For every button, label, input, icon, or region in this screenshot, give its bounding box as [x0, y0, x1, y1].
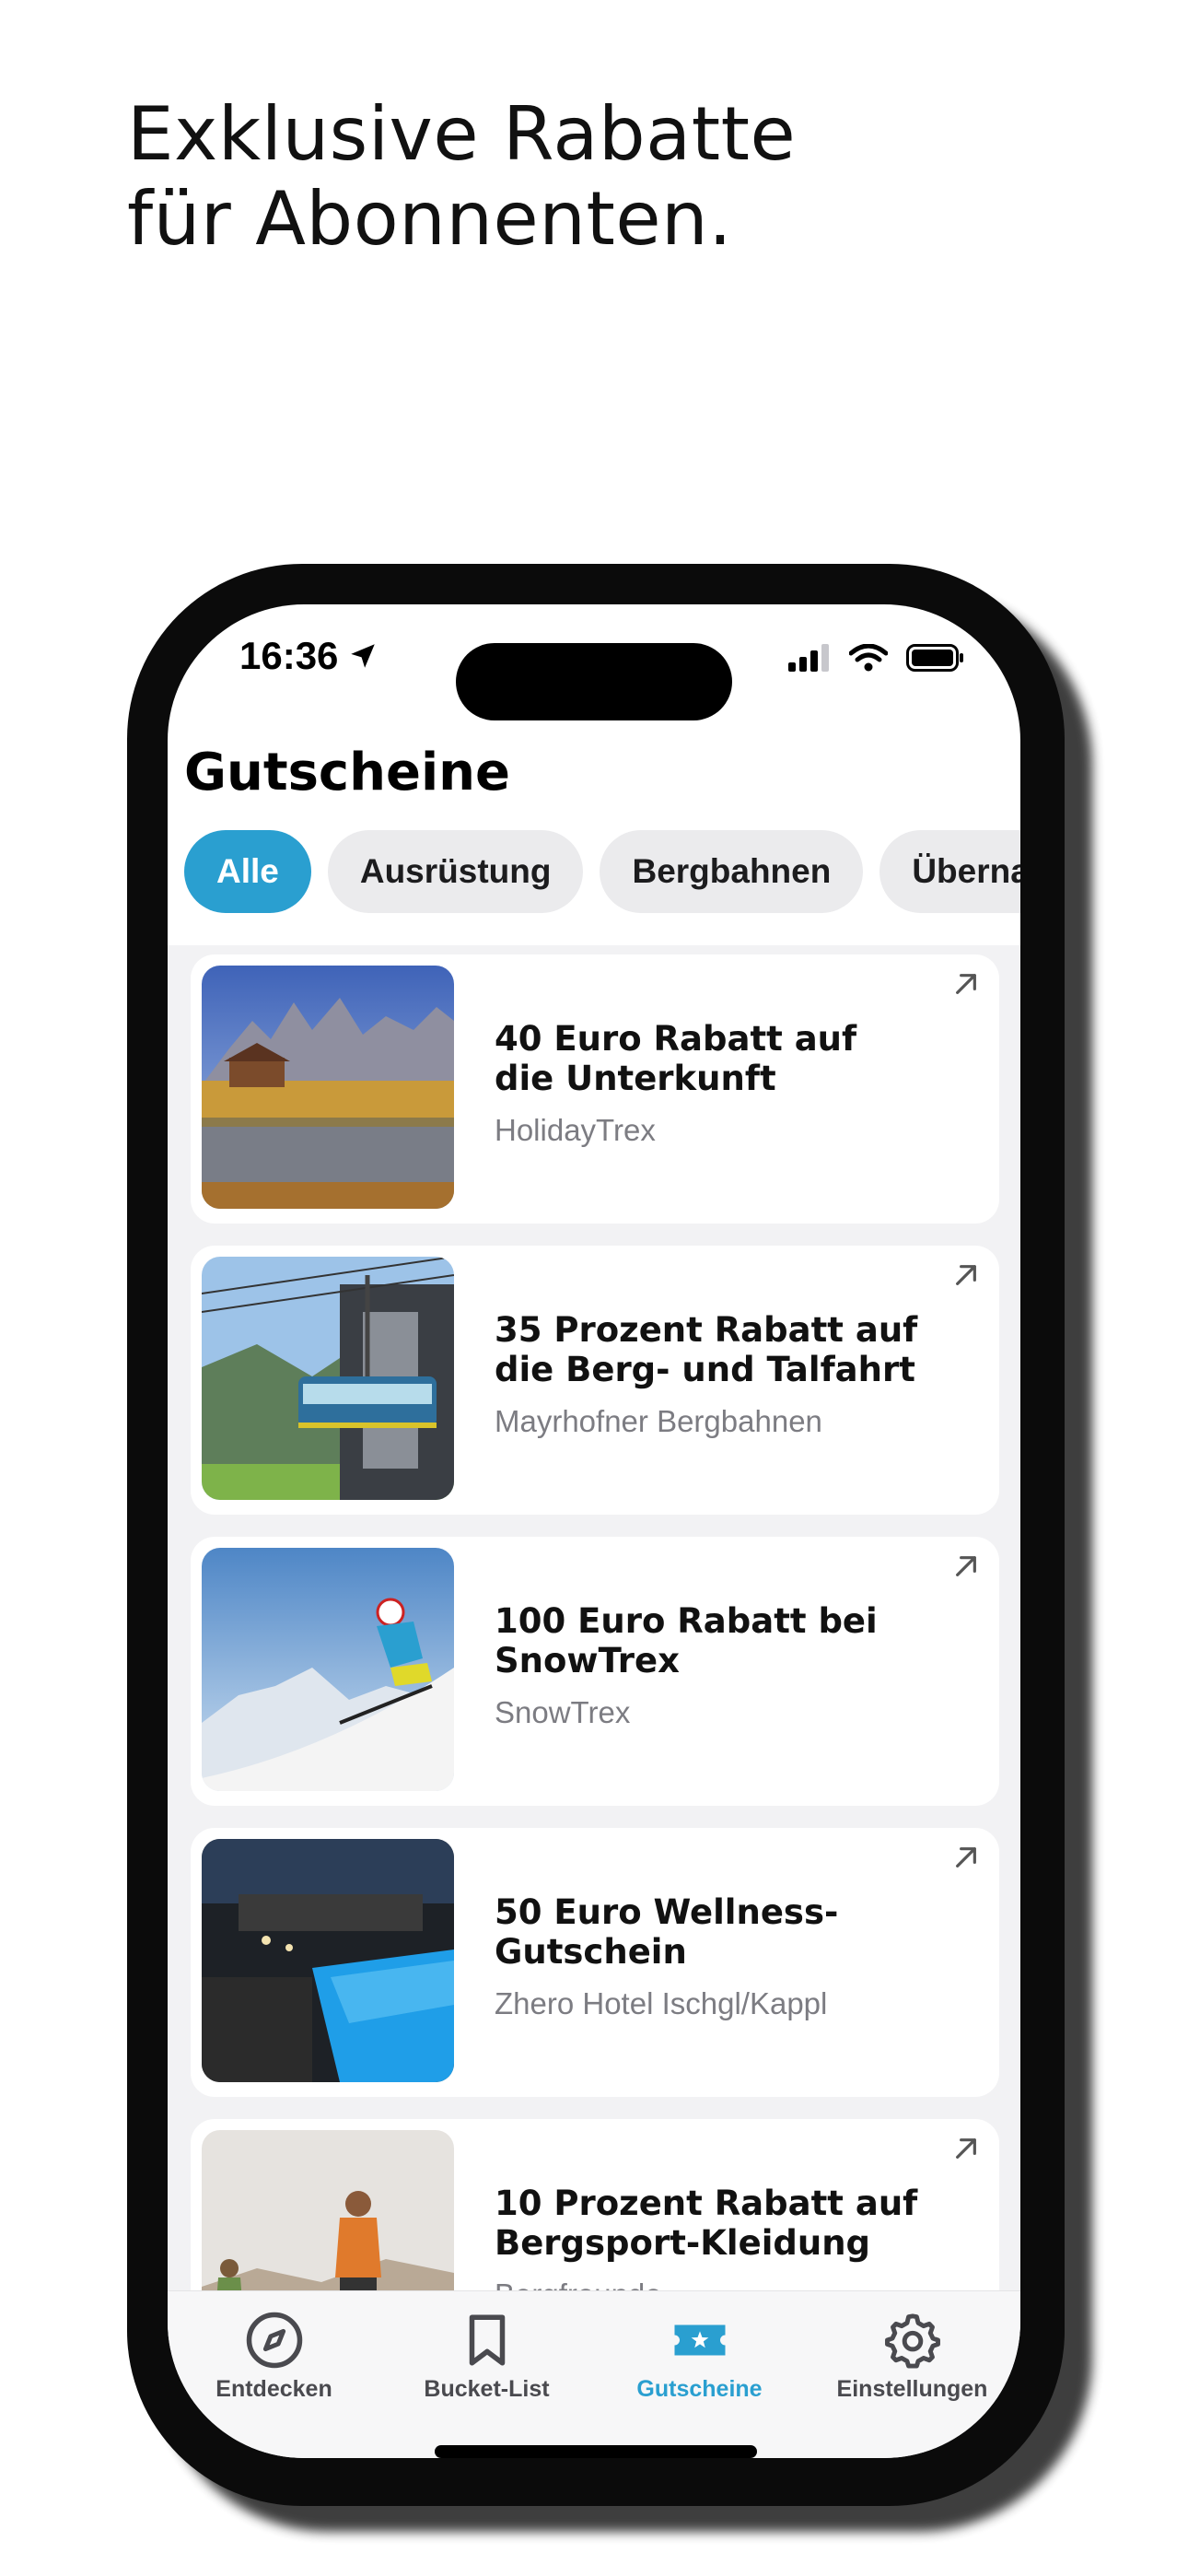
voucher-title: 100 Euro Rabatt bei SnowTrex — [495, 1601, 878, 1680]
filter-chips: Alle Ausrüstung Bergbahnen Übernac — [184, 830, 1020, 913]
voucher-provider: Bergfreunde — [495, 2277, 662, 2290]
status-bar-time: 16:36 — [239, 628, 379, 684]
filter-chip-alle[interactable]: Alle — [184, 830, 311, 913]
voucher-image-skier — [202, 1548, 454, 1791]
voucher-card[interactable]: 50 Euro Wellness-Gutschein Zhero Hotel I… — [191, 1828, 999, 2097]
voucher-card[interactable]: 40 Euro Rabatt auf die Unterkunft Holida… — [191, 954, 999, 1224]
tab-label: Bucket-List — [424, 2376, 550, 2402]
tab-entdecken[interactable]: Entdecken — [168, 2310, 380, 2403]
gear-icon — [884, 2313, 940, 2369]
filter-chip-uebernachtung[interactable]: Übernac — [879, 830, 1020, 913]
wifi-icon — [849, 644, 888, 672]
status-bar-icons — [788, 638, 965, 678]
page-title: Gutscheine — [184, 743, 511, 802]
voucher-provider: SnowTrex — [495, 1695, 631, 1729]
tab-einstellungen[interactable]: Einstellungen — [806, 2310, 1019, 2403]
tab-bar: Entdecken Bucket-List Gutscheine Einstel… — [168, 2290, 1020, 2458]
status-time-text: 16:36 — [239, 634, 339, 677]
phone-screen: 16:36 Gutscheine Alle Ausrüstung Bergbah… — [168, 604, 1020, 2458]
voucher-list: 40 Euro Rabatt auf die Unterkunft Holida… — [168, 945, 1020, 2290]
bookmark-icon — [469, 2314, 505, 2366]
marketing-headline-line1: Exklusive Rabatte — [127, 91, 797, 177]
dynamic-island — [456, 643, 732, 720]
tab-label: Einstellungen — [836, 2376, 988, 2402]
external-link-arrow-icon — [956, 2138, 976, 2159]
voucher-image-hikers — [202, 2130, 454, 2290]
location-arrow-icon — [351, 644, 376, 668]
compass-icon — [246, 2312, 302, 2369]
filter-chip-bergbahnen[interactable]: Bergbahnen — [600, 830, 864, 913]
voucher-title: 40 Euro Rabatt auf die Unterkunft — [495, 1019, 857, 1098]
external-link-arrow-icon — [956, 974, 976, 994]
voucher-image-pool — [202, 1839, 454, 2082]
filter-chip-ausruestung[interactable]: Ausrüstung — [327, 830, 584, 913]
external-link-arrow-icon — [956, 1265, 976, 1285]
external-link-arrow-icon — [956, 1556, 976, 1576]
tab-label: Gutscheine — [636, 2376, 763, 2402]
signal-icon — [788, 644, 829, 672]
voucher-provider: HolidayTrex — [495, 1113, 656, 1147]
tab-gutscheine[interactable]: Gutscheine — [593, 2310, 806, 2403]
tab-label: Entdecken — [215, 2376, 332, 2402]
voucher-card[interactable]: 10 Prozent Rabatt auf Bergsport-Kleidung… — [191, 2119, 999, 2290]
tab-bucket-list[interactable]: Bucket-List — [380, 2310, 593, 2403]
voucher-title: 35 Prozent Rabatt auf die Berg- und Talf… — [495, 1310, 918, 1389]
voucher-title: 10 Prozent Rabatt auf Bergsport-Kleidung — [495, 2184, 918, 2263]
battery-icon — [906, 644, 963, 672]
ticket-icon — [674, 2324, 725, 2356]
voucher-image-cable-car — [202, 1257, 454, 1500]
voucher-card[interactable]: 100 Euro Rabatt bei SnowTrex SnowTrex — [191, 1537, 999, 1806]
home-indicator — [435, 2445, 757, 2458]
marketing-headline-line2: für Abonnenten. — [127, 176, 733, 262]
voucher-image-mountain-lake — [202, 966, 454, 1209]
voucher-card[interactable]: 35 Prozent Rabatt auf die Berg- und Talf… — [191, 1246, 999, 1515]
voucher-title: 50 Euro Wellness-Gutschein — [495, 1892, 839, 1972]
marketing-headline: Exklusive Rabatte für Abonnenten. — [127, 92, 796, 262]
voucher-provider: Zhero Hotel Ischgl/Kappl — [495, 1986, 828, 2020]
voucher-provider: Mayrhofner Bergbahnen — [495, 1404, 822, 1438]
external-link-arrow-icon — [956, 1847, 976, 1868]
